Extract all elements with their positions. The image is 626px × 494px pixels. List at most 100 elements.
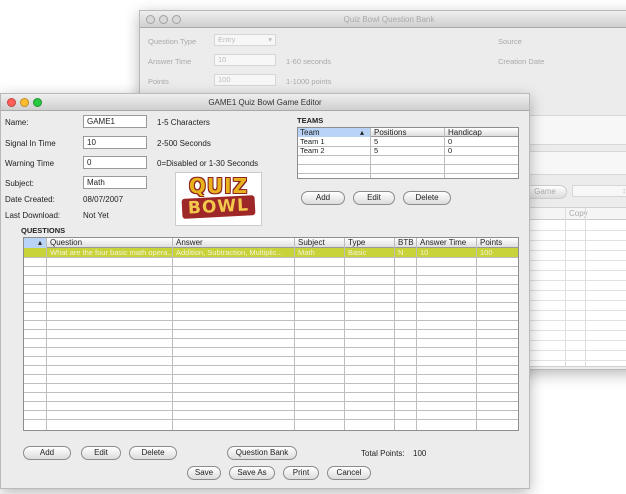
answer-time-hint: 1-60 seconds (286, 57, 332, 66)
save-as-button[interactable]: Save As (229, 466, 275, 480)
close-icon[interactable] (7, 98, 16, 107)
question-bank-button[interactable]: Question Bank (227, 446, 297, 460)
grid-line (521, 330, 626, 331)
minimize-icon[interactable] (159, 15, 168, 24)
team-2-name[interactable]: Team 2 (298, 146, 370, 155)
team-add-button[interactable]: Add (301, 191, 345, 205)
column-type[interactable]: Type (346, 238, 365, 248)
grid-line (521, 350, 626, 351)
column-answer[interactable]: Answer (174, 238, 203, 248)
grid-line (521, 360, 626, 361)
grid-line (24, 365, 518, 366)
team-edit-button[interactable]: Edit (353, 191, 395, 205)
grid-line (24, 293, 518, 294)
total-points-value: 100 (413, 449, 427, 458)
column-btb[interactable]: BTB (396, 238, 414, 248)
grid-line (521, 290, 626, 291)
grid-line (521, 230, 626, 231)
team-1-handicap[interactable]: 0 (446, 137, 516, 146)
column-subject[interactable]: Subject (296, 238, 325, 248)
team-2-positions[interactable]: 5 (372, 146, 444, 155)
warning-time-label: Warning Time (5, 159, 55, 168)
answer-time-text: 10 (420, 248, 429, 257)
subject-label: Subject: (5, 179, 34, 188)
grid-line (24, 284, 518, 285)
column-answer-time[interactable]: Answer Time (418, 238, 466, 248)
team-1-positions[interactable]: 5 (372, 137, 444, 146)
grid-line (24, 356, 518, 357)
warning-time-field[interactable]: 0 (83, 156, 147, 169)
answer-text: Addition, Subtraction, Multiplic... (176, 248, 283, 257)
column-question[interactable]: Question (48, 238, 82, 248)
minimize-icon[interactable] (20, 98, 29, 107)
btb-text: N (398, 248, 404, 257)
zoom-icon[interactable] (33, 98, 42, 107)
logo-bowl-text: BOWL (181, 195, 256, 219)
quiz-bowl-logo: QUIZ BOWL (175, 172, 262, 226)
question-bank-titlebar: Quiz Bowl Question Bank (140, 11, 626, 28)
grid-line (24, 419, 518, 420)
save-button[interactable]: Save (187, 466, 221, 480)
notes-text-area[interactable] (524, 151, 626, 175)
game-editor-titlebar: GAME1 Quiz Bowl Game Editor (1, 94, 529, 111)
grid-line (521, 310, 626, 311)
grid-line (24, 311, 518, 312)
grid-line (24, 257, 518, 258)
grid-line (521, 270, 626, 271)
copy-grid-header: Copy (521, 208, 626, 220)
grid-line (24, 347, 518, 348)
grid-line (298, 164, 518, 165)
grid-line (24, 392, 518, 393)
teams-heading: TEAMS (297, 116, 324, 125)
sort-indicator-icon: ▴ (360, 128, 365, 137)
grid-line (298, 173, 518, 174)
team-2-handicap[interactable]: 0 (446, 146, 516, 155)
grid-line (521, 280, 626, 281)
teams-column-handicap[interactable]: Handicap (446, 128, 482, 137)
column-points[interactable]: Points (478, 238, 502, 248)
grid-line (521, 300, 626, 301)
warning-time-hint: 0=Disabled or 1-30 Seconds (157, 159, 259, 168)
game-select[interactable]: ↕ (572, 185, 626, 197)
total-points-label: Total Points: (361, 449, 405, 458)
question-add-button[interactable]: Add (23, 446, 71, 460)
close-icon[interactable] (146, 15, 155, 24)
zoom-icon[interactable] (172, 15, 181, 24)
type-text: Basic (348, 248, 367, 257)
points-field[interactable]: 100 (214, 74, 276, 86)
grid-line (521, 260, 626, 261)
selected-question-row[interactable]: What are the four basic math opera... Ad… (24, 248, 518, 257)
question-type-select[interactable]: Entry ▾ (214, 34, 276, 46)
game-editor-title: GAME1 Quiz Bowl Game Editor (208, 98, 322, 107)
grid-line (24, 401, 518, 402)
sort-indicator-icon: ▴ (38, 238, 43, 247)
team-1-name[interactable]: Team 1 (298, 137, 370, 146)
grid-line (24, 383, 518, 384)
teams-divider (370, 128, 371, 178)
date-created-label: Date Created: (5, 195, 55, 204)
question-edit-button[interactable]: Edit (81, 446, 121, 460)
copy-grid-divider (585, 208, 586, 366)
creation-date-label: Creation Date (498, 57, 545, 66)
row-marker-column (24, 238, 46, 248)
answer-time-field[interactable]: 10 (214, 54, 276, 66)
grid-line (521, 320, 626, 321)
grid-line (521, 240, 626, 241)
cancel-button[interactable]: Cancel (327, 466, 371, 480)
subject-field[interactable]: Math (83, 176, 147, 189)
signal-in-time-field[interactable]: 10 (83, 136, 147, 149)
teams-divider (444, 128, 445, 178)
name-field[interactable]: GAME1 (83, 115, 147, 128)
source-text-area[interactable] (524, 115, 626, 145)
grid-line (24, 275, 518, 276)
grid-line (24, 338, 518, 339)
grid-line (24, 266, 518, 267)
question-delete-button[interactable]: Delete (129, 446, 177, 460)
questions-table: ▴ Question Answer Subject Type BTB Answe… (23, 237, 519, 431)
teams-column-positions[interactable]: Positions (372, 128, 406, 137)
team-delete-button[interactable]: Delete (403, 191, 451, 205)
print-button[interactable]: Print (283, 466, 319, 480)
grid-line (24, 302, 518, 303)
subject-text: Math (298, 248, 315, 257)
grid-line (24, 320, 518, 321)
